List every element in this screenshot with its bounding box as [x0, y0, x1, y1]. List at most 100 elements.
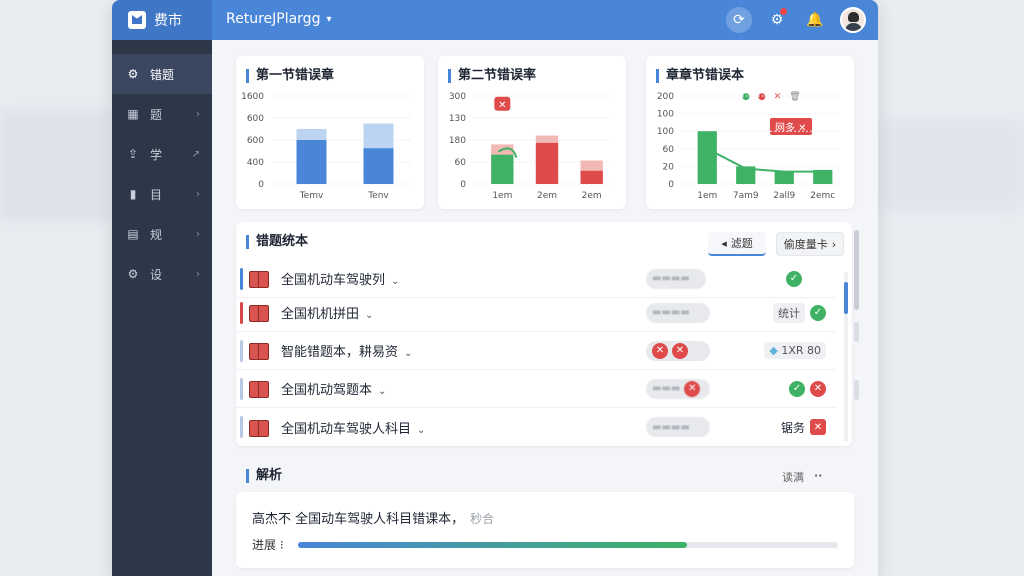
page-scrollbar[interactable] [854, 230, 859, 310]
list-item[interactable]: 全国机动车驾驶人科目 ⌄ ▬▬▬▬ 锯务 ✕ [236, 408, 836, 446]
list-item[interactable]: 全国机机拼田 ⌄ ▬▬▬▬ 统计 ✓ [236, 294, 836, 332]
list-item[interactable]: 智能错题本，耕易资 ⌄ ✕ ✕ ◆ 1XR 80 [236, 332, 836, 370]
row-label-wrap: 全国机动车驾驶人科目 ⌄ [281, 418, 425, 437]
filter-button[interactable]: ◂ 滤题 [708, 232, 766, 256]
chevron-down-icon: ⌄ [404, 348, 413, 359]
status-tag: ◆ 1XR 80 [764, 342, 826, 359]
sidebar-item-rules[interactable]: ▤ 规 › [112, 214, 212, 254]
sidebar-item-label: 学 [150, 147, 163, 162]
status-pill: ✕ ✕ [646, 340, 710, 361]
gear-icon: ⚙ [127, 67, 139, 81]
analysis-filter-link[interactable]: 读满 [782, 469, 804, 485]
row-status: 统计 ✓ [773, 302, 826, 323]
row-label-wrap: 全国机动车驾驶列 ⌄ [281, 269, 399, 288]
chart-title: 第一节错误章 [246, 69, 334, 83]
y-tick-label: 60 [663, 145, 675, 155]
sidebar-item-label: 设 [150, 267, 163, 282]
sort-label: 偷度量卡 [783, 238, 828, 251]
y-tick-label: 600 [247, 136, 264, 146]
chart-svg: 300 130 180 60 0 1em 2em 2em ✕ [449, 92, 614, 201]
error-list-card: 错题统本 ◂ 滤题 偷度量卡 › 全国机动车驾驶列 ⌄ ▬▬▬▬ ✓ 全国机机拼… [236, 222, 852, 446]
y-tick-label: 0 [258, 180, 264, 190]
x-tick-label: 7am9 [733, 191, 759, 201]
row-label: 全国机动车驾驶列 [281, 273, 386, 288]
list-item[interactable]: 全国机动驾题本 ⌄ ▬▬▬ ✕ ✓ ✕ [236, 370, 836, 408]
list-scrollbar-thumb[interactable] [844, 282, 848, 314]
grid-icon: ▦ [127, 107, 139, 121]
sidebar-item-errors[interactable]: ⚙ 错题 [112, 54, 212, 94]
settings-icon: ⚙ [127, 267, 139, 281]
chevron-right-icon: › [196, 108, 200, 120]
progress-label: 进展 ⁝ [252, 538, 284, 552]
bar [491, 154, 514, 184]
document-icon: ▤ [127, 227, 139, 241]
status-text: 锯务 [780, 420, 805, 435]
row-label: 全国机机拼田 [281, 307, 360, 322]
chevron-right-icon: › [196, 188, 200, 200]
progress-fill [298, 542, 687, 548]
check-icon: ✓ [810, 304, 826, 321]
x-tick-label: 1em [697, 191, 717, 201]
x-tick-label: Temv [299, 191, 324, 201]
chevron-right-icon: › [196, 228, 200, 240]
book-icon [249, 419, 269, 437]
progress-bar [298, 542, 838, 548]
chart-card: 章章节错误本 ● ● ✕ 🗑 网多 ✕ 200 100 100 60 20 0 1em 7am… [646, 56, 854, 209]
y-tick-label: 20 [663, 162, 675, 172]
row-marker [240, 339, 243, 362]
more-button[interactable]: ·· [814, 469, 822, 485]
y-tick-label: 60 [455, 158, 467, 168]
row-label: 全国机动驾题本 [281, 383, 373, 398]
sidebar-item-label: 目 [150, 187, 163, 202]
app-window: 费市 RetureJPlargg ▾ ⟳ ⚙ 🔔 ⚙ 错题 ▦ 题 › ⇪ 学 … [112, 0, 878, 576]
refresh-icon: ⟳ [733, 12, 745, 28]
y-tick-label: 1600 [241, 92, 264, 102]
avatar[interactable] [840, 7, 866, 33]
bar [363, 148, 394, 184]
sort-button[interactable]: 偷度量卡 › [776, 232, 844, 256]
y-tick-label: 400 [247, 158, 264, 168]
sidebar-item-study[interactable]: ⇪ 学 ↗ [112, 134, 212, 174]
list-title: 错题统本 [246, 235, 308, 249]
sidebar-item-stats[interactable]: ▮ 目 › [112, 174, 212, 214]
analysis-muted: 秒合 [470, 512, 495, 526]
notifications-button[interactable]: 🔔 [802, 7, 828, 33]
sidebar-item-label: 错题 [150, 67, 175, 82]
sidebar-item-questions[interactable]: ▦ 题 › [112, 94, 212, 134]
y-tick-label: 600 [247, 114, 264, 124]
chevron-down-icon: ⌄ [417, 424, 426, 436]
cube-icon: ◆ [769, 344, 778, 357]
refresh-button[interactable]: ⟳ [726, 7, 752, 33]
close-icon: ✕ [498, 100, 506, 111]
brand-name: 费市 [154, 13, 182, 29]
y-tick-label: 300 [449, 92, 466, 102]
row-status: ✓ [786, 270, 802, 287]
chevron-right-icon: › [196, 268, 200, 280]
y-tick-label: 100 [657, 110, 674, 120]
brand[interactable]: 费市 [112, 0, 212, 40]
settings-button[interactable]: ⚙ [764, 7, 790, 33]
row-status: 锯务 ✕ [781, 419, 826, 436]
blurred-pill: ▬▬▬▬ [646, 302, 710, 323]
list-item[interactable]: 全国机动车驾驶列 ⌄ ▬▬▬▬ ✓ [236, 260, 836, 298]
chevron-down-icon: ⌄ [391, 276, 400, 287]
top-bar: 费市 RetureJPlargg ▾ ⟳ ⚙ 🔔 [112, 0, 878, 40]
notification-dot [780, 8, 787, 15]
app-title: RetureJPlargg [226, 11, 321, 27]
brand-logo-icon [128, 11, 146, 29]
analysis-text: 高杰不 全国动车驾驶人科目错课本， 秒合 [252, 508, 494, 527]
chart-card: 第一节错误章 1600 600 600 400 0 Temv Tenv [236, 56, 424, 209]
row-marker [240, 301, 243, 324]
chart-icon: ▮ [129, 187, 137, 201]
book-icon [249, 305, 269, 322]
close-icon: ✕ [810, 380, 826, 397]
sidebar-item-settings[interactable]: ⚙ 设 › [112, 254, 212, 294]
book-icon [249, 381, 269, 398]
status-text: 1XR 80 [781, 344, 821, 357]
row-marker [240, 416, 243, 438]
row-status: ◆ 1XR 80 [764, 342, 826, 359]
app-title-dropdown[interactable]: RetureJPlargg ▾ [226, 11, 332, 27]
y-tick-label: 200 [657, 92, 674, 102]
bar [535, 142, 559, 184]
close-icon: ✕ [684, 380, 701, 397]
